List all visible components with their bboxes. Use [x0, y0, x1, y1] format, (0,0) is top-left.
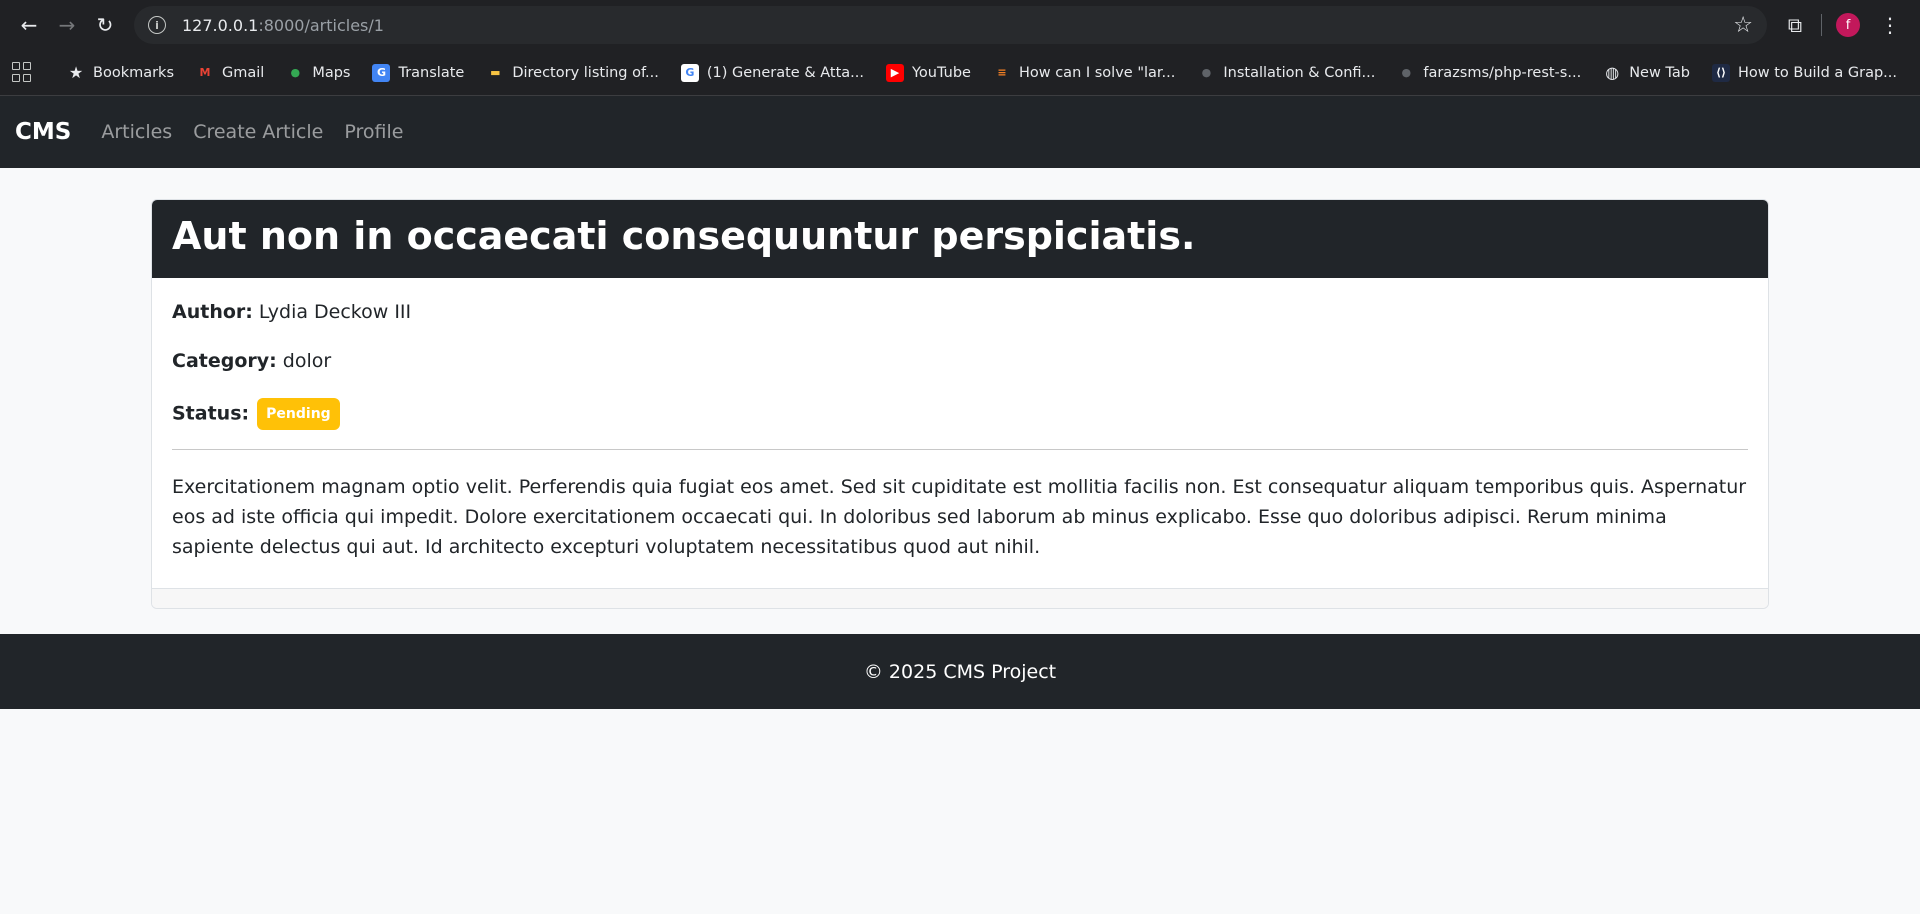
- bookmark-item[interactable]: ▬ Directory listing of...: [486, 64, 659, 82]
- avatar: f: [1836, 13, 1860, 37]
- globe-icon: ◍: [1605, 63, 1620, 82]
- github-icon: ●: [1201, 66, 1212, 79]
- category-label: Category:: [172, 350, 277, 372]
- url-path: :8000/articles/1: [258, 15, 384, 35]
- apps-grid-icon[interactable]: [12, 61, 31, 84]
- article-card: Aut non in occaecati consequuntur perspi…: [151, 199, 1769, 609]
- nav-link-profile[interactable]: Profile: [344, 121, 403, 143]
- stackoverflow-icon: ≡: [997, 66, 1007, 79]
- star-icon: ★: [68, 63, 84, 82]
- bookmark-label: Directory listing of...: [512, 64, 659, 81]
- footer-copyright: © 2025 CMS Project: [863, 660, 1057, 683]
- bookmark-item[interactable]: ● farazsms/php-rest-s...: [1397, 64, 1582, 82]
- article-card-body: Author: Lydia Deckow III Category: dolor…: [152, 278, 1768, 588]
- nav-link-create-article[interactable]: Create Article: [193, 121, 323, 143]
- bookmark-label: (1) Generate & Atta...: [706, 64, 864, 81]
- address-bar[interactable]: i 127.0.0.1:8000/articles/1 ☆: [134, 6, 1767, 44]
- nav-link-articles[interactable]: Articles: [101, 121, 172, 143]
- article-card-header: Aut non in occaecati consequuntur perspi…: [152, 200, 1768, 278]
- toolbar-divider: [1821, 14, 1822, 36]
- article-card-footer: [152, 588, 1768, 608]
- bookmark-item[interactable]: G Translate: [372, 63, 465, 82]
- author-value: Lydia Deckow III: [258, 301, 412, 323]
- app-navbar: CMS Articles Create Article Profile: [0, 96, 1920, 168]
- author-row: Author: Lydia Deckow III: [172, 300, 1748, 324]
- github-icon: ●: [1401, 66, 1412, 79]
- reload-icon[interactable]: ↻: [86, 6, 124, 44]
- url-host: 127.0.0.1: [182, 15, 259, 35]
- bookmark-item[interactable]: ▶ YouTube: [886, 63, 971, 82]
- profile-button[interactable]: f: [1832, 9, 1864, 41]
- maps-icon: ●: [290, 66, 301, 79]
- article-content: Exercitationem magnam optio velit. Perfe…: [172, 476, 1747, 558]
- brand-logo[interactable]: CMS: [15, 119, 71, 145]
- bookmark-label: Gmail: [222, 64, 265, 81]
- site-info-icon[interactable]: i: [148, 16, 166, 34]
- youtube-icon: ▶: [886, 63, 904, 82]
- bookmarks-bar: ★ Bookmarks M Gmail ● Maps G Translate ▬ Director…: [0, 50, 1920, 96]
- bookmark-label: farazsms/php-rest-s...: [1423, 64, 1582, 81]
- site-footer: © 2025 CMS Project: [0, 634, 1920, 709]
- bookmark-label: Translate: [398, 64, 465, 81]
- bookmark-item[interactable]: ◍ New Tab: [1603, 63, 1690, 82]
- menu-kebab-icon[interactable]: ⋮: [1874, 9, 1906, 41]
- main-container: Aut non in occaecati consequuntur perspi…: [0, 168, 1920, 609]
- forward-arrow-icon[interactable]: →: [48, 6, 86, 44]
- bookmark-item[interactable]: M Gmail: [196, 64, 265, 82]
- bookmark-item[interactable]: ≡ How can I solve "lar...: [993, 64, 1175, 82]
- bookmark-item[interactable]: G (1) Generate & Atta...: [680, 63, 864, 82]
- bookmark-label: Installation & Confi...: [1223, 64, 1376, 81]
- status-row: Status: Pending: [172, 398, 1748, 430]
- status-label: Status:: [172, 402, 250, 425]
- bookmark-item[interactable]: ★ Bookmarks: [67, 63, 175, 82]
- folder-icon: ▬: [490, 66, 501, 79]
- bookmark-label: New Tab: [1629, 64, 1690, 81]
- google-icon: G: [680, 63, 699, 82]
- site-icon: ⟨⟩: [1711, 63, 1730, 82]
- translate-icon: G: [372, 63, 391, 82]
- author-label: Author:: [172, 301, 253, 323]
- article-title: Aut non in occaecati consequuntur perspi…: [172, 214, 1196, 258]
- status-badge: Pending: [257, 398, 340, 430]
- bookmark-item[interactable]: ● Installation & Confi...: [1197, 64, 1376, 82]
- category-value: dolor: [282, 350, 332, 372]
- bookmark-item[interactable]: ⟨⟩ How to Build a Grap...: [1711, 63, 1898, 82]
- gmail-icon: M: [199, 66, 211, 79]
- bookmark-label: How to Build a Grap...: [1737, 64, 1898, 81]
- bookmark-star-icon[interactable]: ☆: [1733, 13, 1753, 38]
- bookmark-label: How can I solve "lar...: [1018, 64, 1176, 81]
- extensions-icon[interactable]: ⧉: [1779, 9, 1811, 41]
- bookmark-label: Maps: [312, 64, 351, 81]
- category-row: Category: dolor: [172, 349, 1748, 373]
- back-arrow-icon[interactable]: ←: [10, 6, 48, 44]
- browser-toolbar: ← → ↻ i 127.0.0.1:8000/articles/1 ☆ ⧉ f …: [0, 0, 1920, 50]
- bookmark-label: YouTube: [912, 64, 971, 81]
- divider: [172, 449, 1748, 450]
- bookmark-label: Bookmarks: [93, 64, 175, 81]
- bookmark-item[interactable]: ● Maps: [286, 64, 351, 82]
